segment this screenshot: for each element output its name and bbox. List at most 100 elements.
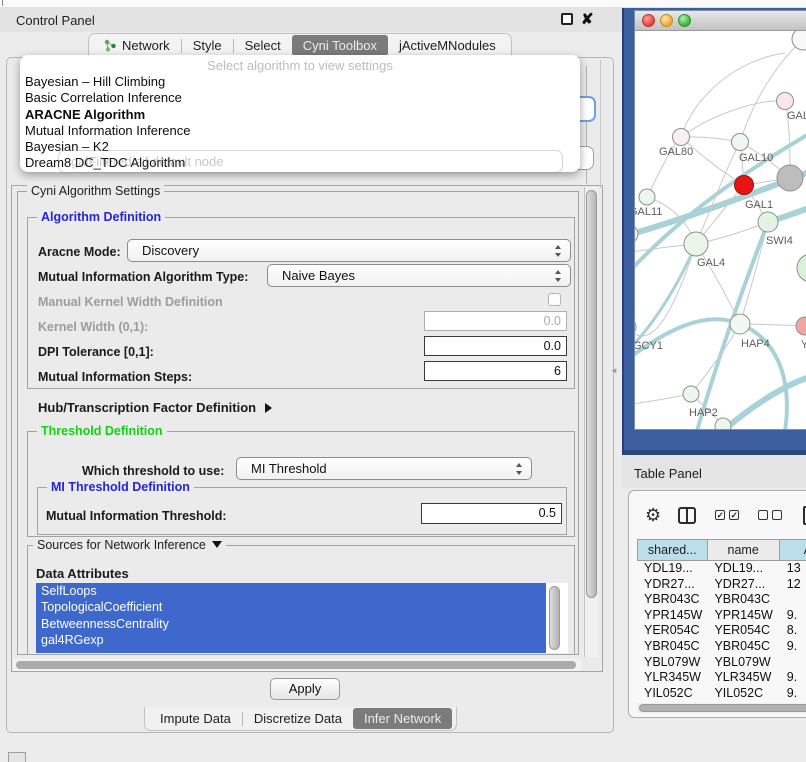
node-label: GAL4 — [697, 257, 725, 269]
gcy1-node[interactable] — [635, 318, 636, 336]
algorithm-option[interactable]: Mutual Information Inference — [20, 123, 580, 139]
table-row[interactable]: YIL052CYIL052C9. — [637, 686, 806, 702]
tab-network[interactable]: Network — [93, 35, 181, 56]
close-icon[interactable]: ✘ — [581, 10, 594, 28]
settings-hscrollbar-thumb[interactable] — [16, 661, 576, 669]
gal80-node[interactable] — [673, 129, 690, 146]
table-hscrollbar-thumb[interactable] — [639, 704, 806, 712]
deselect-all-icon[interactable] — [758, 510, 782, 520]
table-cell: YBL079W — [637, 655, 707, 671]
attributes-list-scrollbar[interactable] — [549, 586, 560, 650]
hub-definition-expander[interactable]: Hub/Transcription Factor Definition — [38, 400, 272, 415]
algorithm-option[interactable]: Bayesian – Hill Climbing — [20, 74, 580, 90]
which-threshold-combo[interactable]: MI Threshold — [236, 457, 532, 480]
salmon-node[interactable] — [796, 317, 806, 335]
attribute-list-item[interactable]: TopologicalCoefficient — [36, 599, 546, 615]
top-edge-node[interactable] — [792, 31, 806, 50]
tab-label: jActiveMNodules — [399, 38, 496, 53]
table-header-row: shared... name A — [637, 539, 806, 561]
collapsed-panel-icon[interactable] — [8, 752, 26, 762]
table-cell: YLR345W — [707, 670, 779, 686]
dropdown-prompt: Select algorithm to view settings — [20, 57, 580, 74]
network-icon — [104, 39, 117, 52]
network-window-titlebar[interactable] — [635, 11, 806, 31]
hap4-node[interactable] — [730, 314, 750, 334]
bottom-partial-node[interactable] — [715, 418, 731, 429]
gal-partial-node[interactable] — [777, 93, 794, 110]
algorithm-option[interactable]: ARACNE Algorithm — [20, 107, 580, 123]
tab-discretize-data[interactable]: Discretize Data — [243, 708, 353, 729]
attribute-list-item[interactable]: BetweennessCentrality — [36, 616, 546, 632]
table-row[interactable]: YDL19...YDL19...13 — [637, 561, 806, 577]
network-canvas[interactable]: GALGAL80GAL10GAL1SWI4GAL11GAL4GCY1HAP4YH… — [635, 31, 806, 429]
left-small-node[interactable] — [635, 225, 638, 243]
table-cell: YIL052C — [637, 686, 707, 702]
table-cell: 9. — [780, 686, 806, 702]
gal4-node[interactable] — [684, 232, 708, 256]
table-cell: YIL052C — [707, 686, 779, 702]
sources-title-expander[interactable]: Sources for Network Inference — [33, 538, 226, 552]
group-title: Threshold Definition — [37, 424, 167, 438]
network-graph: GALGAL80GAL10GAL1SWI4GAL11GAL4GCY1HAP4YH… — [635, 31, 806, 429]
attribute-list-item[interactable]: gal4RGexp — [36, 632, 546, 648]
split-view-icon[interactable] — [678, 507, 696, 524]
zoom-traffic-light-icon[interactable] — [678, 14, 691, 27]
data-attributes-list[interactable]: SelfLoopsTopologicalCoefficientBetweenne… — [36, 583, 568, 653]
close-traffic-light-icon[interactable] — [642, 14, 655, 27]
gal1-node[interactable] — [735, 176, 754, 195]
mi-steps-field[interactable]: 6 — [424, 361, 567, 381]
kernel-width-field[interactable]: 0.0 — [424, 311, 567, 331]
tab-cyni-toolbox[interactable]: Cyni Toolbox — [292, 35, 388, 56]
column-header-shared[interactable]: shared... — [637, 539, 708, 561]
tab-select[interactable]: Select — [234, 35, 292, 56]
aracne-mode-combo[interactable]: Discovery — [127, 239, 571, 262]
tab-impute-data[interactable]: Impute Data — [149, 708, 242, 729]
toolbar-strip — [0, 0, 806, 8]
tab-style[interactable]: Style — [182, 35, 233, 56]
manual-kernel-checkbox[interactable] — [548, 293, 561, 306]
table-cell: YBR043C — [707, 592, 779, 608]
hap2-node[interactable] — [683, 386, 699, 402]
gal10-node[interactable] — [732, 134, 749, 151]
tab-label: Network — [122, 38, 170, 53]
kernel-width-label: Kernel Width (0,1): — [38, 320, 148, 334]
dpi-tolerance-field[interactable]: 0.0 — [424, 336, 567, 356]
column-header-partial[interactable]: A — [780, 539, 806, 561]
gear-icon[interactable]: ⚙ — [645, 505, 661, 526]
table-row[interactable]: YPR145WYPR145W9. — [637, 608, 806, 624]
minimize-traffic-light-icon[interactable] — [660, 14, 673, 27]
attribute-list-item-partial[interactable] — [36, 649, 546, 653]
table-cell: YER054C — [637, 623, 707, 639]
select-all-icon[interactable]: ✓✓ — [715, 510, 739, 520]
hidden-panel-border — [600, 60, 601, 188]
tab-label: Select — [245, 38, 281, 53]
table-row[interactable]: YLR345WYLR345W9. — [637, 670, 806, 686]
mi-threshold-field[interactable]: 0.5 — [421, 503, 562, 524]
table-row[interactable]: YBR045CYBR045C9. — [637, 639, 806, 655]
table-row[interactable]: YER054CYER054C8. — [637, 623, 806, 639]
table-row[interactable]: YBR043CYBR043C — [637, 592, 806, 608]
tab-infer-network[interactable]: Infer Network — [353, 708, 452, 729]
apply-button[interactable]: Apply — [270, 678, 340, 700]
node-label: Y — [801, 339, 806, 351]
settings-vscrollbar-thumb[interactable] — [586, 190, 597, 598]
table-panel-title: Table Panel — [634, 466, 702, 481]
table-cell: YDR27... — [637, 577, 707, 593]
manual-kernel-label: Manual Kernel Width Definition — [38, 295, 223, 309]
gray-node[interactable] — [777, 165, 803, 191]
splitter-handle[interactable]: ◄ — [610, 366, 618, 375]
algorithm-option[interactable]: Basic Correlation Inference — [20, 90, 580, 106]
node-table: shared... name A YDL19...YDL19...13YDR27… — [637, 539, 806, 701]
table-row[interactable]: YBL079WYBL079W — [637, 655, 806, 671]
tab-jactivemnodules[interactable]: jActiveMNodules — [388, 35, 507, 56]
mi-type-combo[interactable]: Naive Bayes — [267, 264, 571, 287]
attribute-list-item[interactable]: SelfLoops — [36, 583, 546, 599]
float-window-icon[interactable] — [561, 13, 573, 25]
column-header-name[interactable]: name — [708, 539, 780, 561]
dpi-tolerance-label: DPI Tolerance [0,1]: — [38, 345, 154, 359]
swi4-node[interactable] — [758, 212, 778, 232]
combo-stepper-icon — [555, 245, 562, 257]
table-row[interactable]: YDR27...YDR27...12 — [637, 577, 806, 593]
green-right-node[interactable] — [797, 254, 806, 282]
gal11-node[interactable] — [639, 189, 655, 205]
